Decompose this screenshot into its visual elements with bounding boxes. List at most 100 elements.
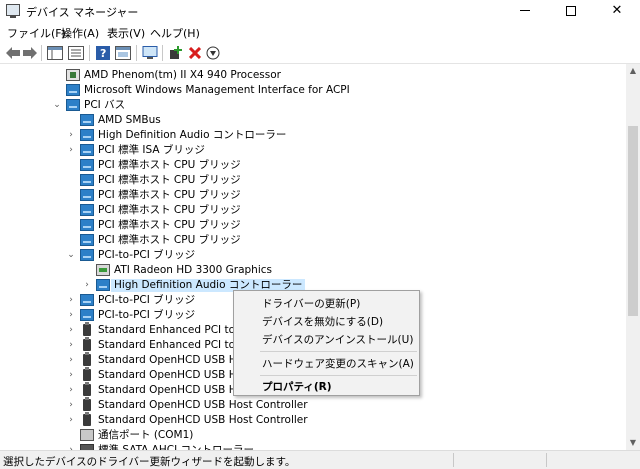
pci-device-icon: [66, 99, 80, 111]
device-manager-app-icon: [6, 4, 20, 18]
tree-item[interactable]: › 標準 SATA AHCI コントローラー: [0, 443, 626, 450]
maximize-icon: [566, 5, 576, 16]
expand-chevron-icon[interactable]: ›: [82, 280, 92, 290]
tree-item-label: AMD SMBus: [98, 114, 161, 126]
tree-item[interactable]: PCI 標準ホスト CPU ブリッジ: [0, 203, 626, 218]
cpu-icon: [66, 69, 80, 81]
tree-item-label: High Definition Audio コントローラー: [98, 129, 287, 141]
tree-item[interactable]: AMD SMBus: [0, 113, 626, 128]
expand-chevron-icon[interactable]: ›: [66, 385, 76, 395]
toolbar: ?: [0, 42, 640, 64]
maximize-button[interactable]: [548, 0, 594, 22]
tree-item[interactable]: Microsoft Windows Management Interface f…: [0, 83, 626, 98]
expand-chevron-icon[interactable]: ›: [66, 295, 76, 305]
pci-device-icon: [80, 189, 94, 201]
show-hide-tree-button[interactable]: [46, 44, 64, 62]
tree-item[interactable]: PCI 標準ホスト CPU ブリッジ: [0, 188, 626, 203]
menu-help[interactable]: ヘルプ(H): [150, 25, 200, 41]
close-icon: ✕: [611, 3, 623, 18]
tree-item-label: PCI 標準ホスト CPU ブリッジ: [98, 204, 241, 216]
update-driver-button[interactable]: [204, 44, 222, 62]
menu-item-scan-hardware[interactable]: ハードウェア変更のスキャン(A): [262, 356, 414, 371]
scroll-down-icon[interactable]: ▼: [626, 436, 640, 450]
pci-device-icon: [80, 144, 94, 156]
tree-item[interactable]: › High Definition Audio コントローラー: [0, 128, 626, 143]
vertical-scrollbar[interactable]: ▲ ▼: [626, 64, 640, 450]
help-button[interactable]: ?: [94, 44, 112, 62]
show-hide-tree-icon: [47, 46, 63, 60]
scroll-up-icon[interactable]: ▲: [626, 64, 640, 78]
pci-device-icon: [80, 309, 94, 321]
tree-item[interactable]: ⌄ PCI バス: [0, 98, 626, 113]
forward-button[interactable]: [21, 44, 39, 62]
tree-item-label: Standard OpenHCD USB Host Controller: [98, 414, 308, 426]
tree-item-label: PCI バス: [84, 99, 126, 111]
expand-chevron-icon[interactable]: ›: [66, 355, 76, 365]
pci-device-icon: [80, 294, 94, 306]
toolbar-separator: [89, 45, 90, 61]
tree-item[interactable]: ⌄ PCI-to-PCI ブリッジ: [0, 248, 626, 263]
status-pane-divider: [453, 453, 454, 467]
tree-item[interactable]: › Standard OpenHCD USB Host Controller: [0, 397, 626, 413]
status-pane-divider: [546, 453, 547, 467]
tree-item[interactable]: PCI 標準ホスト CPU ブリッジ: [0, 218, 626, 233]
tree-item[interactable]: ATI Radeon HD 3300 Graphics: [0, 263, 626, 278]
tree-item[interactable]: › Standard OpenHCD USB Host Controller: [0, 412, 626, 428]
close-button[interactable]: ✕: [594, 0, 640, 22]
uninstall-button[interactable]: [186, 44, 204, 62]
pci-device-icon: [80, 249, 94, 261]
menu-item-disable-device[interactable]: デバイスを無効にする(D): [262, 314, 383, 329]
menu-item-properties[interactable]: プロパティ(R): [262, 379, 332, 394]
usb-icon: [83, 367, 91, 381]
expand-chevron-icon[interactable]: ›: [66, 340, 76, 350]
svg-text:?: ?: [100, 47, 106, 60]
tree-item-label: PCI 標準ホスト CPU ブリッジ: [98, 159, 241, 171]
minimize-icon: [520, 10, 530, 11]
add-driver-button[interactable]: [167, 44, 185, 62]
tree-item[interactable]: PCI 標準ホスト CPU ブリッジ: [0, 233, 626, 248]
collapse-chevron-icon[interactable]: ⌄: [52, 100, 62, 110]
status-text: 選択したデバイスのドライバー更新ウィザードを起動します。: [3, 456, 296, 468]
usb-icon: [83, 382, 91, 396]
action-pane-button[interactable]: [114, 44, 132, 62]
scroll-thumb[interactable]: [628, 126, 638, 316]
tree-item-label: PCI 標準ホスト CPU ブリッジ: [98, 189, 241, 201]
tree-item-label: PCI 標準ホスト CPU ブリッジ: [98, 234, 241, 246]
back-arrow-icon: [6, 47, 20, 59]
menu-view[interactable]: 表示(V): [107, 25, 145, 41]
menu-action[interactable]: 操作(A): [61, 25, 99, 41]
properties-toolbar-button[interactable]: [67, 44, 85, 62]
tree-item[interactable]: PCI 標準ホスト CPU ブリッジ: [0, 173, 626, 188]
context-menu: ドライバーの更新(P) デバイスを無効にする(D) デバイスのアンインストール(…: [233, 290, 420, 396]
collapse-chevron-icon[interactable]: ⌄: [66, 250, 76, 260]
expand-chevron-icon[interactable]: ›: [66, 415, 76, 425]
expand-chevron-icon[interactable]: ›: [66, 130, 76, 140]
tree-item-label: ATI Radeon HD 3300 Graphics: [114, 264, 273, 276]
expand-chevron-icon[interactable]: ›: [66, 370, 76, 380]
tree-item[interactable]: AMD Phenom(tm) II X4 940 Processor: [0, 68, 626, 83]
expand-chevron-icon[interactable]: ›: [66, 145, 76, 155]
monitor-icon: [142, 46, 158, 59]
menu-item-uninstall-device[interactable]: デバイスのアンインストール(U): [262, 332, 413, 347]
menu-bar: ファイル(F) 操作(A) 表示(V) ヘルプ(H): [0, 22, 640, 42]
tree-item-label: PCI 標準ホスト CPU ブリッジ: [98, 219, 241, 231]
menu-file[interactable]: ファイル(F): [7, 25, 66, 41]
pci-device-icon: [66, 84, 80, 96]
menu-item-update-driver[interactable]: ドライバーの更新(P): [262, 296, 360, 311]
expand-chevron-icon[interactable]: ›: [66, 325, 76, 335]
update-driver-icon: [206, 46, 220, 60]
minimize-button[interactable]: [502, 0, 548, 22]
action-pane-icon: [115, 46, 131, 60]
tree-item-label: AMD Phenom(tm) II X4 940 Processor: [84, 69, 281, 81]
expand-chevron-icon[interactable]: ›: [66, 400, 76, 410]
tree-item[interactable]: 通信ポート (COM1): [0, 428, 626, 443]
back-button[interactable]: [4, 44, 22, 62]
uninstall-icon: [189, 47, 201, 59]
scan-hardware-button[interactable]: [141, 44, 159, 62]
tree-item[interactable]: › PCI 標準 ISA ブリッジ: [0, 143, 626, 158]
expand-chevron-icon[interactable]: ›: [66, 310, 76, 320]
tree-item[interactable]: PCI 標準ホスト CPU ブリッジ: [0, 158, 626, 173]
